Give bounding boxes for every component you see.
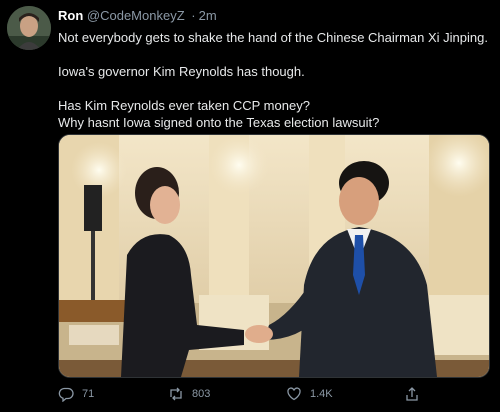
like-button[interactable]: 1.4K [286, 386, 333, 402]
handshake-photo [59, 135, 489, 377]
retweet-count: 803 [192, 388, 211, 400]
share-upload-icon [406, 387, 418, 401]
tweet-line: Iowa's governor Kim Reynolds has though. [58, 64, 305, 79]
tweet-line: Why hasnt Iowa signed onto the Texas ele… [58, 115, 380, 130]
retweet-arrows-icon [170, 387, 182, 401]
like-count: 1.4K [310, 388, 333, 400]
tweet[interactable]: Ron @CodeMonkeyZ · 2m Not everybody gets … [0, 0, 500, 412]
comment-bubble-icon [58, 387, 74, 402]
avatar[interactable] [7, 6, 51, 50]
tweet-actions: 71 803 1.4K [58, 386, 490, 406]
author-handle[interactable]: @CodeMonkeyZ [87, 8, 185, 23]
tweet-text: Not everybody gets to shake the hand of … [58, 29, 488, 131]
tweet-photo[interactable] [58, 134, 490, 378]
tweet-header: Ron @CodeMonkeyZ · 2m [58, 8, 217, 23]
timestamp[interactable]: 2m [199, 8, 217, 23]
heart-icon [287, 387, 301, 401]
separator-dot: · [191, 8, 196, 23]
reply-button[interactable]: 71 [58, 386, 94, 402]
avatar-image [7, 6, 51, 50]
tweet-line: Has Kim Reynolds ever taken CCP money? [58, 98, 310, 113]
share-button[interactable] [404, 386, 420, 402]
reply-count: 71 [82, 388, 95, 400]
author-name[interactable]: Ron [58, 8, 83, 23]
tweet-line: Not everybody gets to shake the hand of … [58, 30, 488, 45]
retweet-button[interactable]: 803 [168, 386, 210, 402]
